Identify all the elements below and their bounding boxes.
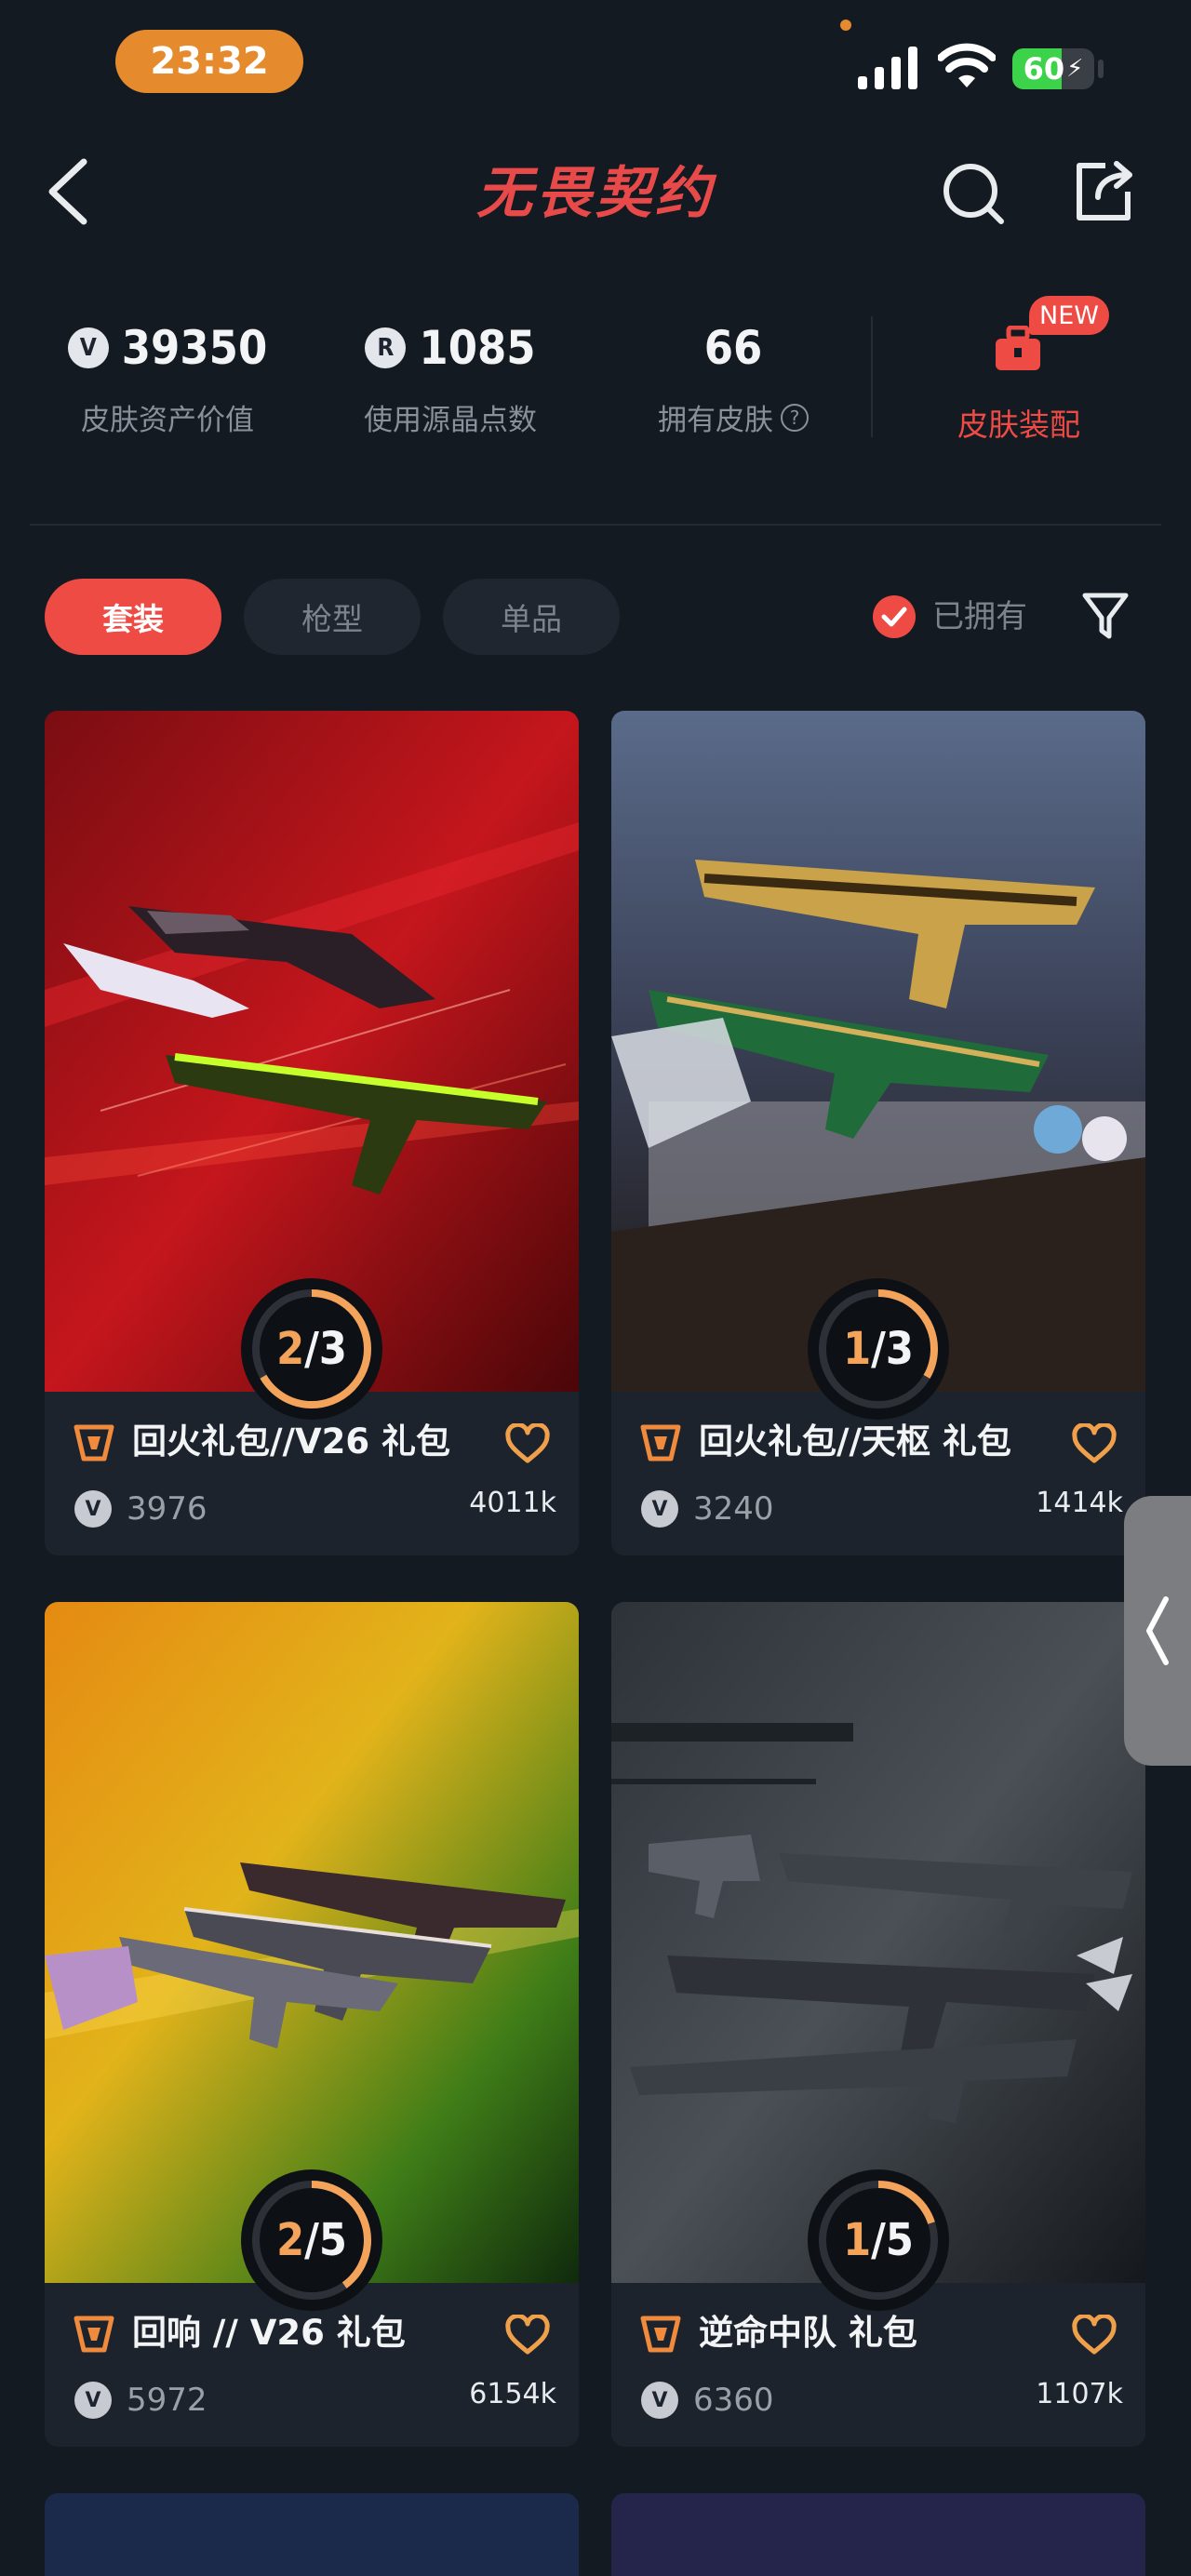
owned-count: 2: [276, 1323, 305, 1375]
equip-button[interactable]: 皮肤装配: [940, 400, 1098, 445]
bundle-title: 逆命中队 礼包: [699, 2313, 917, 2353]
vp-coin-icon: V: [74, 1490, 112, 1528]
vp-coin-icon: V: [641, 1490, 678, 1528]
total-count: 5: [885, 2214, 914, 2266]
battery-cap: [1098, 60, 1104, 78]
stat-value: 39350: [121, 321, 268, 375]
bundle-title: 回火礼包//天枢 礼包: [699, 1421, 1011, 1462]
bundle-price: 3240: [693, 1490, 774, 1528]
vp-coin-icon: V: [67, 327, 109, 368]
tab-single-item[interactable]: 单品: [443, 579, 620, 655]
stat-radianite: R 1085 使用源晶点数: [339, 313, 562, 443]
total-count-separator: /: [304, 2214, 319, 2266]
status-time: 23:32: [115, 30, 303, 93]
total-count: 3: [318, 1323, 347, 1375]
battery-percent: 60: [1023, 51, 1065, 87]
vp-coin-icon: V: [74, 2382, 112, 2419]
owned-count: 2: [276, 2214, 305, 2266]
total-count: 5: [318, 2214, 347, 2266]
divider: [871, 316, 873, 437]
check-icon: [881, 607, 907, 627]
like-count: 6154k: [469, 2378, 556, 2410]
like-count: 1107k: [1036, 2378, 1123, 2410]
chevron-left-icon: [1146, 1596, 1169, 1665]
stat-value: 66: [703, 321, 763, 375]
share-icon[interactable]: [1070, 158, 1137, 225]
stat-label: 使用源晶点数: [364, 404, 537, 437]
bundle-card[interactable]: [611, 2493, 1145, 2576]
like-count: 4011k: [469, 1487, 556, 1519]
stat-asset-value: V 39350 皮肤资产价值: [56, 313, 279, 443]
heart-icon[interactable]: [504, 2315, 551, 2356]
stat-label: 皮肤资产价值: [81, 404, 254, 437]
help-icon[interactable]: ?: [781, 403, 809, 432]
bundle-card[interactable]: 2/3 回火礼包//V26 礼包 V 3976 4011k: [45, 711, 579, 1555]
side-drawer-toggle[interactable]: [1124, 1496, 1191, 1766]
bundle-price: 6360: [693, 2382, 774, 2419]
stat-label: 拥有皮肤: [658, 404, 773, 437]
privacy-indicator: [840, 20, 851, 31]
page-title: 无畏契约: [476, 161, 715, 226]
battery-level: 60 ⚡: [1012, 48, 1094, 89]
signal-icon: [858, 47, 917, 89]
bundle-title: 回响 // V26 礼包: [132, 2313, 406, 2353]
owned-count: 1: [843, 1323, 872, 1375]
total-count: 3: [885, 1323, 914, 1375]
tier-icon: [74, 2316, 114, 2353]
tier-icon: [640, 1424, 681, 1462]
ownership-progress: 1/3: [808, 1278, 949, 1420]
total-count-separator: /: [871, 2214, 886, 2266]
filter-icon[interactable]: [1081, 590, 1130, 642]
owned-count: 1: [843, 2214, 872, 2266]
ownership-progress: 2/5: [241, 2169, 382, 2311]
total-count-separator: /: [304, 1323, 319, 1375]
tab-bundle[interactable]: 套装: [45, 579, 221, 655]
bundle-title: 回火礼包//V26 礼包: [132, 1421, 451, 1462]
divider: [30, 524, 1161, 526]
radianite-coin-icon: R: [365, 327, 407, 368]
vp-coin-icon: V: [641, 2382, 678, 2419]
owned-filter-label[interactable]: 已拥有: [932, 595, 1027, 638]
ownership-progress: 2/3: [241, 1278, 382, 1420]
bundle-card[interactable]: 1/3 回火礼包//天枢 礼包 V 3240 1414k: [611, 711, 1145, 1555]
tab-weapon-type[interactable]: 枪型: [244, 579, 421, 655]
tier-icon: [640, 2316, 681, 2353]
ownership-progress: 1/5: [808, 2169, 949, 2311]
bundle-card[interactable]: 1/5 逆命中队 礼包 V 6360 1107k: [611, 1602, 1145, 2447]
bundle-card[interactable]: 2/5 回响 // V26 礼包 V 5972 6154k: [45, 1602, 579, 2447]
bundle-price: 5972: [127, 2382, 207, 2419]
wifi-icon: [938, 43, 996, 87]
back-button[interactable]: [43, 156, 99, 227]
tier-icon: [74, 1424, 114, 1462]
heart-icon[interactable]: [504, 1423, 551, 1464]
owned-checkbox[interactable]: [873, 595, 916, 638]
heart-icon[interactable]: [1071, 1423, 1117, 1464]
new-badge: NEW: [1029, 296, 1109, 335]
like-count: 1414k: [1036, 1487, 1123, 1519]
stat-owned-skins: 66 拥有皮肤?: [622, 313, 845, 443]
search-icon[interactable]: [940, 160, 1007, 227]
charging-bolt-icon: ⚡: [1066, 55, 1084, 83]
stat-value: 1085: [419, 321, 536, 375]
total-count-separator: /: [871, 1323, 886, 1375]
bundle-price: 3976: [127, 1490, 207, 1528]
heart-icon[interactable]: [1071, 2315, 1117, 2356]
bundle-card[interactable]: [45, 2493, 579, 2576]
